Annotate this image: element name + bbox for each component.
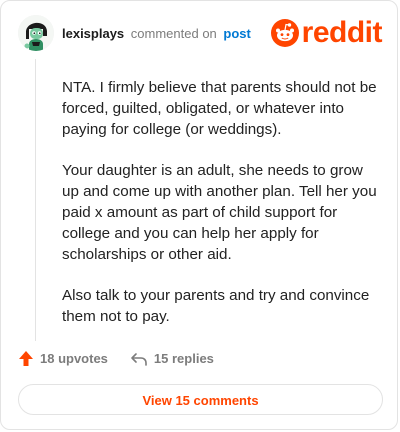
avatar[interactable] — [18, 15, 54, 51]
upvote-arrow-icon — [19, 351, 33, 366]
comment-body: NTA. I firmly believe that parents shoul… — [62, 77, 378, 347]
comment-paragraph: Your daughter is an adult, she needs to … — [62, 162, 377, 263]
reddit-logo[interactable]: reddit — [270, 16, 383, 49]
reply-arrow-icon — [131, 352, 147, 366]
reddit-alien-icon — [270, 19, 299, 47]
post-link[interactable]: post — [223, 26, 250, 41]
upvote-count: 18 upvotes — [40, 351, 108, 366]
replies-count: 15 replies — [153, 351, 214, 366]
reddit-wordmark: reddit — [301, 16, 383, 49]
view-comments-button[interactable]: View 15 comments — [18, 384, 383, 415]
username[interactable]: lexisplays — [62, 26, 124, 41]
comment-paragraph: NTA. I firmly believe that parents shoul… — [62, 79, 377, 138]
comment-paragraph: Also talk to your parents and try and co… — [62, 287, 370, 325]
thread-line — [35, 59, 36, 341]
comment-meta: lexisplays commented on post — [62, 26, 251, 41]
comment-header: lexisplays commented on post — [18, 15, 251, 51]
upvote-button[interactable]: 18 upvotes — [18, 350, 108, 367]
commented-on-text: commented on — [130, 25, 217, 41]
comment-actions: 18 upvotes 15 replies — [18, 350, 214, 367]
replies-button[interactable]: 15 replies — [130, 351, 214, 367]
comment-card: lexisplays commented on post reddit NTA.… — [0, 0, 398, 430]
avatar-icon — [18, 15, 54, 51]
